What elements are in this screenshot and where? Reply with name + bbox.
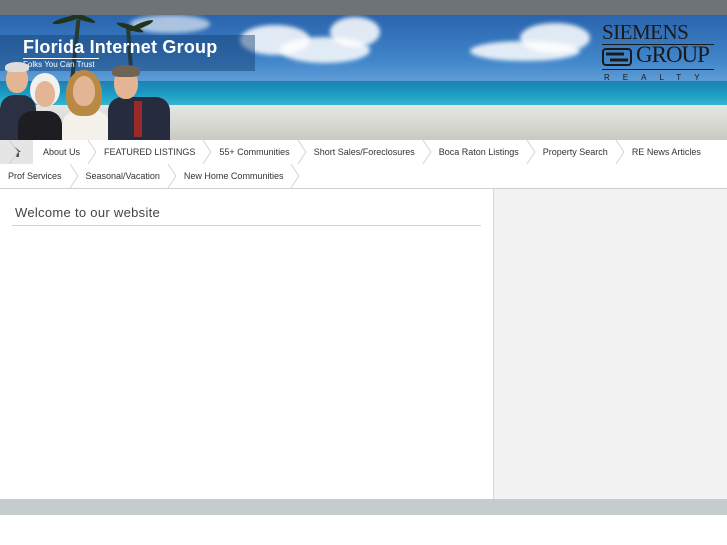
nav-item-re-news-articles[interactable]: RE News Articles xyxy=(622,140,715,164)
nav-item-prof-services[interactable]: Prof Services xyxy=(0,164,79,188)
nav-label: 55+ Communities xyxy=(219,147,290,157)
main-navigation: About Us FEATURED LISTINGS 55+ Communiti… xyxy=(0,140,727,189)
logo-rule xyxy=(602,69,714,70)
logo-emblem-icon xyxy=(602,48,632,66)
nav-item-property-search[interactable]: Property Search xyxy=(533,140,625,164)
nav-item-55-communities[interactable]: 55+ Communities xyxy=(209,140,307,164)
nav-label: Property Search xyxy=(542,147,608,157)
nav-item-new-home-communities[interactable]: New Home Communities xyxy=(174,164,301,188)
nav-label: Prof Services xyxy=(8,171,62,181)
nav-row-2: Prof Services Seasonal/Vacation New Home… xyxy=(0,164,301,188)
nav-item-seasonal-vacation[interactable]: Seasonal/Vacation xyxy=(76,164,177,188)
sidebar xyxy=(493,189,727,499)
footer-bar xyxy=(0,499,727,515)
main-content: Welcome to our website xyxy=(0,189,493,499)
nav-label: RE News Articles xyxy=(631,147,701,157)
nav-item-boca-raton-listings[interactable]: Boca Raton Listings xyxy=(429,140,536,164)
nav-item-about-us[interactable]: About Us xyxy=(33,140,97,164)
company-logo[interactable]: SIEMENS GROUP REALTY xyxy=(596,20,720,86)
nav-separator xyxy=(9,140,19,164)
nav-label: Boca Raton Listings xyxy=(438,147,519,157)
nav-item-featured-listings[interactable]: FEATURED LISTINGS xyxy=(94,140,212,164)
site-tagline: Folks You Can Trust xyxy=(23,58,99,69)
nav-label: FEATURED LISTINGS xyxy=(104,147,196,157)
cloud xyxy=(330,17,380,47)
page-title: Welcome to our website xyxy=(15,205,161,220)
person-head xyxy=(73,76,95,106)
nav-label: Seasonal/Vacation xyxy=(85,171,160,181)
nav-row-1: About Us FEATURED LISTINGS 55+ Communiti… xyxy=(0,140,715,164)
person-hair xyxy=(5,62,29,72)
person-head xyxy=(35,81,55,107)
site-name[interactable]: Florida Internet Group xyxy=(23,37,217,58)
nav-separator xyxy=(291,164,301,188)
cloud xyxy=(520,23,590,53)
nav-home[interactable] xyxy=(0,140,33,164)
nav-label: New Home Communities xyxy=(183,171,284,181)
logo-line3: REALTY xyxy=(604,73,713,82)
nav-item-short-sales[interactable]: Short Sales/Foreclosures xyxy=(304,140,432,164)
title-divider xyxy=(12,225,481,226)
person-hair xyxy=(112,65,140,77)
top-bar xyxy=(0,0,727,15)
header-banner: Florida Internet Group Folks You Can Tru… xyxy=(0,15,727,140)
nav-label: About Us xyxy=(43,147,81,157)
logo-line2: GROUP xyxy=(636,42,710,67)
person-body xyxy=(18,111,62,140)
tie xyxy=(134,101,142,137)
nav-label: Short Sales/Foreclosures xyxy=(313,147,415,157)
